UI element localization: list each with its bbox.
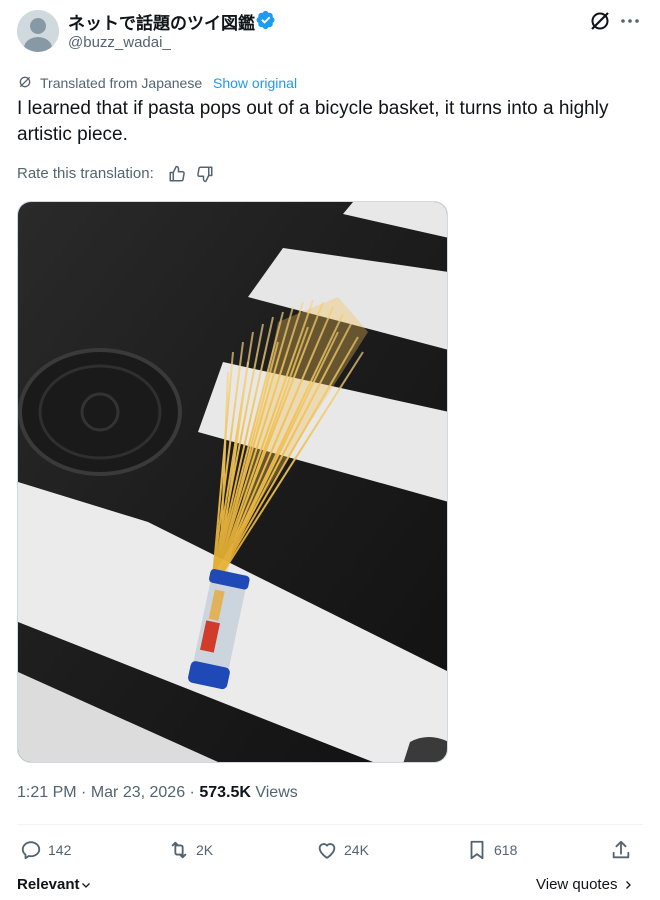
- like-button[interactable]: 24K: [316, 838, 369, 862]
- repost-button[interactable]: 2K: [168, 838, 213, 862]
- bookmark-icon: [470, 840, 484, 860]
- reply-count: 142: [48, 842, 72, 858]
- bookmark-button[interactable]: 618: [466, 838, 517, 862]
- share-icon: [612, 840, 630, 859]
- bookmark-count: 618: [494, 842, 518, 858]
- translated-from-label: Translated from Japanese: [40, 75, 203, 91]
- reply-button[interactable]: 142: [20, 838, 71, 862]
- tweet-meta: 1:21 PM · Mar 23, 2026 · 573.5K Views: [17, 784, 298, 802]
- view-quotes-link[interactable]: View quotes: [536, 876, 634, 893]
- tweet-date[interactable]: Mar 23, 2026: [91, 784, 185, 801]
- thumbs-down-icon[interactable]: [196, 165, 214, 183]
- photo-illustration: [18, 202, 447, 762]
- repost-count: 2K: [196, 842, 214, 858]
- more-icon[interactable]: [618, 9, 642, 33]
- share-button[interactable]: [610, 838, 632, 862]
- display-name[interactable]: ネットで話題のツイ図鑑: [68, 9, 255, 34]
- sort-label: Relevant: [17, 876, 80, 893]
- thumbs-up-icon[interactable]: [168, 165, 186, 183]
- views-count: 573.5K: [199, 784, 251, 801]
- sort-dropdown[interactable]: Relevant: [17, 876, 92, 893]
- avatar[interactable]: [17, 10, 59, 52]
- views-label: Views: [250, 784, 298, 801]
- handle[interactable]: @buzz_wadai_: [68, 34, 171, 51]
- show-original-link[interactable]: Show original: [213, 75, 297, 91]
- verified-badge-icon: [256, 10, 275, 30]
- tweet-time[interactable]: 1:21 PM: [17, 784, 77, 801]
- repost-icon: [171, 841, 187, 859]
- grok-icon[interactable]: [588, 9, 612, 33]
- chevron-right-icon: [625, 881, 631, 889]
- reply-icon: [21, 841, 41, 860]
- like-icon: [318, 843, 336, 859]
- chevron-down-icon: [81, 883, 90, 888]
- tweet-text: I learned that if pasta pops out of a bi…: [17, 98, 609, 145]
- meta-separator: ·: [76, 784, 91, 801]
- divider: [17, 824, 643, 825]
- like-count: 24K: [344, 842, 369, 858]
- view-quotes-label: View quotes: [536, 876, 618, 893]
- rate-translation-label: Rate this translation:: [17, 165, 154, 182]
- tweet-photo[interactable]: [17, 201, 448, 763]
- meta-separator: ·: [185, 784, 200, 801]
- translate-icon: [19, 76, 31, 88]
